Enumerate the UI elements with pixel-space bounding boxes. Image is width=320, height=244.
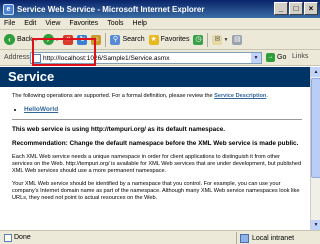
search-icon: ⚲: [110, 34, 121, 45]
home-button[interactable]: ⌂: [89, 32, 103, 48]
title-bar: e Service Web Service - Microsoft Intern…: [0, 0, 320, 18]
menu-tools[interactable]: Tools: [107, 20, 123, 27]
go-arrow-icon: →: [266, 53, 275, 62]
close-button[interactable]: ×: [304, 2, 318, 15]
go-button[interactable]: → Go: [266, 53, 286, 62]
page-icon: [33, 53, 41, 63]
menu-help[interactable]: Help: [133, 20, 147, 27]
links-button[interactable]: Links: [292, 53, 308, 60]
window-title: Service Web Service - Microsoft Internet…: [17, 4, 205, 14]
page-done-icon: [4, 233, 12, 242]
go-label: Go: [277, 54, 287, 61]
toolbar-separator: [105, 32, 107, 47]
service-description-link[interactable]: Service Description: [214, 93, 266, 99]
operations-list: HelloWorld: [24, 106, 302, 113]
menu-file[interactable]: File: [4, 20, 15, 27]
print-icon: ▤: [232, 34, 243, 45]
namespace-notice: This web service is using http://tempuri…: [12, 126, 226, 133]
menu-edit[interactable]: Edit: [24, 20, 36, 27]
star-icon: ★: [148, 34, 159, 45]
back-button[interactable]: ‹ Back ▼: [2, 32, 41, 48]
namespace-paragraph-1: Each XML Web service needs a unique name…: [12, 154, 302, 174]
vertical-scrollbar[interactable]: ▲ ▼: [310, 67, 320, 230]
mail-button[interactable]: ✉ ▼: [210, 32, 230, 48]
history-button[interactable]: ◷: [191, 32, 205, 48]
history-icon: ◷: [193, 34, 204, 45]
favorites-label: Favorites: [160, 36, 190, 43]
intro-before: The following operations are supported. …: [12, 93, 215, 99]
mail-icon: ✉: [212, 34, 223, 45]
home-icon: ⌂: [91, 34, 102, 45]
dropdown-arrow-icon: ▼: [54, 36, 60, 43]
menu-favorites[interactable]: Favorites: [69, 20, 98, 27]
intro-after: .: [266, 93, 268, 99]
refresh-icon: ↻: [77, 34, 88, 45]
back-arrow-icon: ‹: [4, 34, 15, 45]
scroll-down-arrow-icon[interactable]: ▼: [311, 220, 320, 230]
zone-label: Local intranet: [252, 234, 295, 242]
window-controls: _ □ ×: [274, 2, 318, 15]
maximize-button[interactable]: □: [289, 2, 303, 15]
dropdown-arrow-icon: ▼: [223, 36, 229, 43]
stop-icon: ×: [63, 34, 74, 45]
refresh-button[interactable]: ↻: [75, 32, 89, 48]
address-field[interactable]: ▼: [30, 52, 262, 64]
divider: [12, 119, 302, 120]
security-zone: Local intranet: [236, 232, 320, 244]
back-label: Back: [17, 36, 33, 43]
toolbar-separator: [207, 32, 209, 47]
favorites-button[interactable]: ★ Favorites: [147, 32, 192, 48]
page-heading: Service: [0, 67, 310, 87]
helloworld-link[interactable]: HelloWorld: [24, 106, 58, 113]
recommendation-text: Recommendation: Change the default names…: [12, 140, 299, 147]
operation-item: HelloWorld: [24, 106, 302, 113]
forward-arrow-icon: ›: [42, 34, 54, 45]
address-bar: Address ▼ → Go Links: [0, 50, 320, 66]
intranet-icon: [240, 233, 249, 243]
standard-toolbar: ‹ Back ▼ › ▼ × ↻ ⌂ ⚲ Search ★ Favorites …: [0, 30, 320, 50]
status-bar: Done Local intranet: [0, 230, 320, 244]
menu-bar: File Edit View Favorites Tools Help: [0, 18, 320, 30]
scroll-up-arrow-icon[interactable]: ▲: [311, 67, 320, 77]
url-input[interactable]: [43, 53, 243, 63]
intro-text: The following operations are supported. …: [12, 93, 302, 100]
search-label: Search: [122, 36, 145, 43]
forward-button[interactable]: › ▼: [41, 32, 62, 48]
print-button[interactable]: ▤: [230, 32, 244, 48]
menu-view[interactable]: View: [45, 20, 60, 27]
page-content: Service The following operations are sup…: [0, 67, 310, 230]
scroll-thumb[interactable]: [311, 78, 320, 178]
page-body: The following operations are supported. …: [0, 87, 310, 202]
address-label: Address: [4, 54, 30, 61]
namespace-paragraph-2: Your XML Web service should be identifie…: [12, 181, 300, 201]
search-button[interactable]: ⚲ Search: [108, 32, 146, 48]
status-text: Done: [14, 234, 31, 241]
stop-button[interactable]: ×: [61, 32, 75, 48]
minimize-button[interactable]: _: [274, 2, 288, 15]
dropdown-arrow-icon: ▼: [33, 36, 39, 43]
ie-logo-icon: e: [3, 3, 14, 15]
address-dropdown-arrow-icon[interactable]: ▼: [251, 53, 261, 63]
